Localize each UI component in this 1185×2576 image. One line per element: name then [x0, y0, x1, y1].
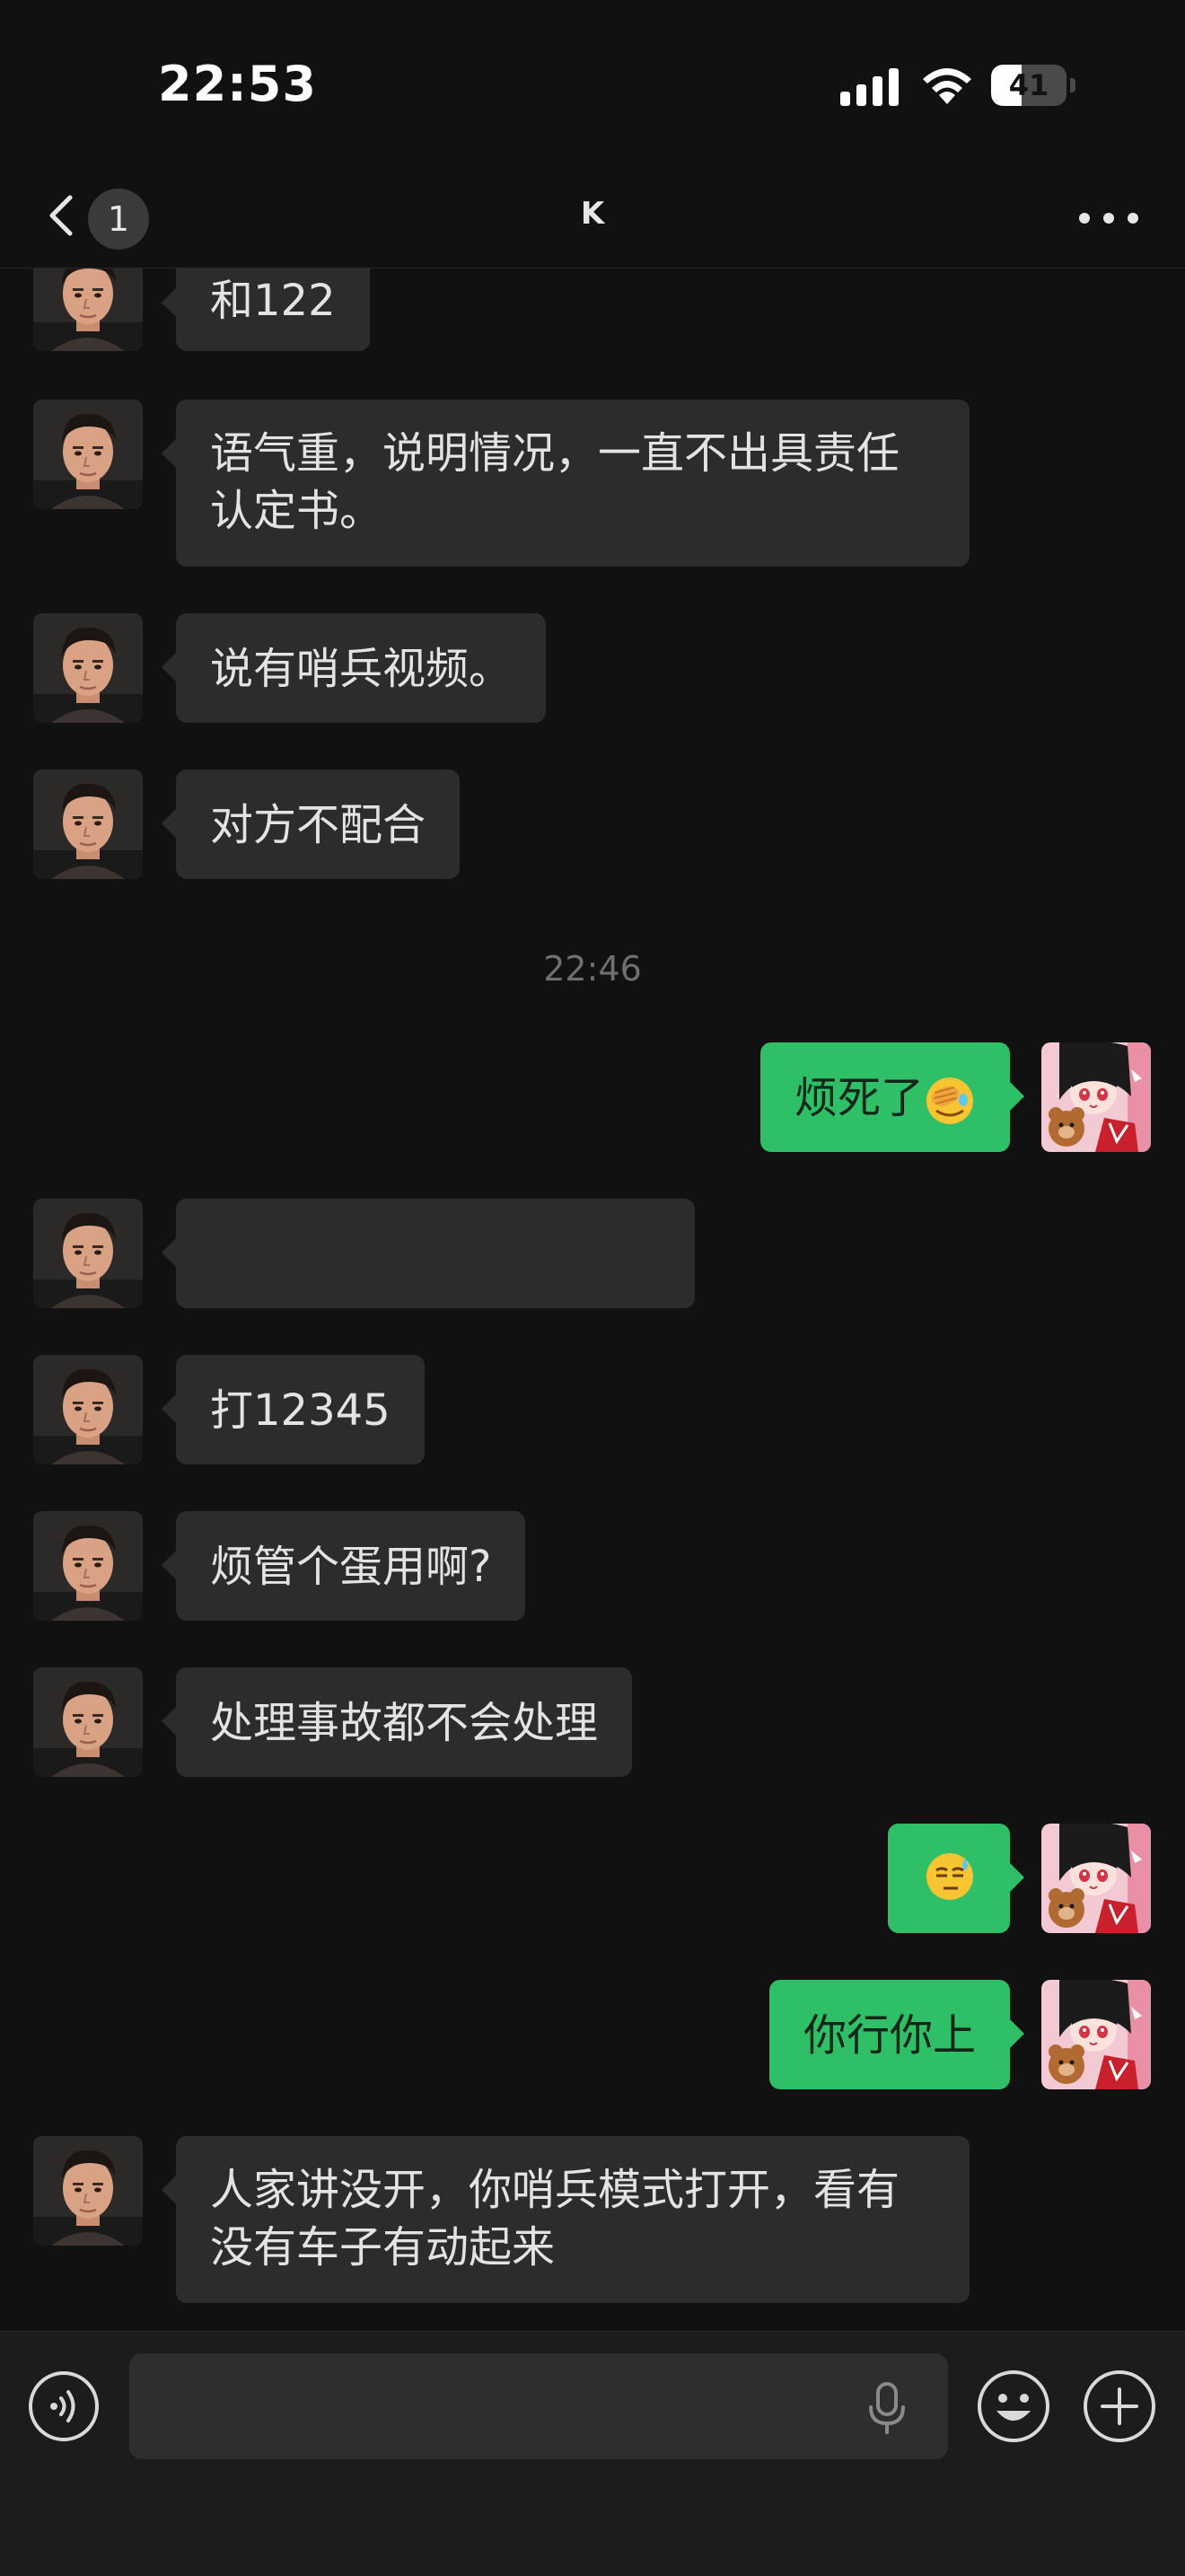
- incoming-message-bubble[interactable]: [162, 1199, 695, 1308]
- incoming-message-bubble[interactable]: 对方不配合: [161, 769, 461, 879]
- self-avatar[interactable]: [1041, 1042, 1151, 1152]
- contact-avatar[interactable]: [33, 1355, 143, 1464]
- message-timestamp: 22:46: [543, 949, 642, 989]
- incoming-message-bubble[interactable]: 人家讲没开，你哨兵模式打开，看有没有车子有动起来: [162, 2136, 970, 2303]
- status-time: 22:53: [158, 56, 317, 112]
- contact-avatar[interactable]: [33, 268, 143, 351]
- chevron-left-icon[interactable]: [43, 194, 79, 237]
- outgoing-message-text: 烦死了: [794, 1073, 924, 1123]
- battery-icon: 41: [991, 65, 1066, 106]
- back-button[interactable]: 1: [36, 181, 162, 250]
- message-list[interactable]: 和122 语气重，说明情况，一直不出具责任认定书。 说有哨兵视频。 对方不配合 …: [0, 268, 1185, 2330]
- more-functions-plus-button[interactable]: [1081, 2368, 1158, 2445]
- contact-avatar[interactable]: [33, 1199, 143, 1308]
- contact-avatar[interactable]: [33, 400, 143, 509]
- self-avatar[interactable]: [1041, 1980, 1151, 2089]
- battery-tip: [1070, 78, 1075, 92]
- sweat-smile-face-emoji: [926, 1853, 973, 1900]
- incoming-message-bubble[interactable]: 处理事故都不会处理: [161, 1667, 633, 1777]
- incoming-message-bubble[interactable]: 说有哨兵视频。: [161, 613, 547, 723]
- wifi-icon: [923, 68, 971, 104]
- cellular-signal-icon: [840, 68, 899, 106]
- outgoing-message-bubble[interactable]: 你行你上: [768, 1980, 1025, 2089]
- message-text-input[interactable]: [129, 2353, 948, 2459]
- contact-avatar[interactable]: [33, 769, 143, 879]
- contact-avatar[interactable]: [33, 1511, 143, 1621]
- outgoing-message-bubble[interactable]: 烦死了: [759, 1042, 1025, 1152]
- incoming-message-bubble[interactable]: 打12345: [162, 1355, 425, 1464]
- emoji-button[interactable]: [975, 2368, 1052, 2445]
- unread-count-badge[interactable]: 1: [88, 189, 149, 250]
- battery-level: 41: [1008, 68, 1049, 102]
- incoming-message-bubble[interactable]: 语气重，说明情况，一直不出具责任认定书。: [162, 400, 970, 567]
- contact-avatar[interactable]: [33, 1667, 143, 1777]
- outgoing-message-bubble[interactable]: [888, 1824, 1024, 1933]
- voice-input-button[interactable]: [27, 2369, 101, 2443]
- message-input-bar: [0, 2331, 1185, 2576]
- self-avatar[interactable]: [1041, 1824, 1151, 1933]
- status-bar: 22:53 41: [0, 0, 1185, 171]
- contact-avatar[interactable]: [33, 2136, 143, 2246]
- chat-header: 1 K: [0, 171, 1185, 268]
- chat-title: K: [580, 196, 605, 232]
- incoming-message-bubble[interactable]: 和122: [162, 268, 370, 351]
- more-options-button[interactable]: [1074, 196, 1144, 241]
- face-with-hand-over-eyes-emoji: [926, 1077, 973, 1124]
- contact-avatar[interactable]: [33, 613, 143, 723]
- microphone-icon[interactable]: [865, 2380, 908, 2436]
- battery-indicator: 41: [991, 65, 1075, 106]
- incoming-message-bubble[interactable]: 烦管个蛋用啊?: [161, 1511, 526, 1621]
